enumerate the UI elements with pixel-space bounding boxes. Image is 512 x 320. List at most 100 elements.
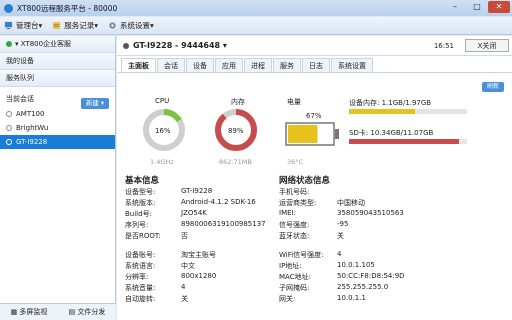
info-value: 4	[337, 250, 342, 258]
info-row: 是否ROOT: 否	[125, 231, 188, 241]
info-row: 序列号: 8980006319100985137	[125, 220, 266, 230]
minimize-button[interactable]: –	[444, 1, 466, 13]
title-bar: XT800远程服务平台 - 80000 – □ ✕	[0, 0, 512, 16]
info-row: Build号: JZO54K	[125, 209, 207, 219]
device-title: GT-I9228 - 9444648	[133, 41, 221, 50]
internal-storage-fill	[349, 109, 416, 114]
info-key: 序列号:	[125, 221, 149, 229]
menu-item-console[interactable]: 管理台 ▾	[4, 20, 42, 31]
monitor-icon	[4, 21, 13, 30]
main-panel: GT-I9228 - 9444648 ▾ 16:51 X关闭 主面板 会话 设备…	[117, 36, 512, 320]
file-distribution-button[interactable]: ▤ 文件分发	[58, 307, 116, 317]
session-label: GT-I9228	[16, 138, 48, 146]
session-item-gt-i9228[interactable]: GT-I9228	[0, 135, 115, 149]
info-key: 手机号码:	[279, 188, 310, 196]
button-label: 新建	[85, 99, 99, 107]
button-label: 文件分发	[77, 308, 106, 316]
info-value: 8980006319100985137	[181, 220, 266, 228]
info-row: 运营商类型: 中国移动	[279, 198, 365, 208]
sd-storage-label: SD卡: 10.34GB/11.07GB	[349, 129, 434, 137]
info-row: 系统语言: 中文	[125, 261, 195, 271]
multi-monitor-button[interactable]: ▦ 多屏监视	[0, 307, 58, 317]
session-item-amt100[interactable]: AMT100	[0, 107, 115, 121]
info-value: 关	[181, 295, 188, 303]
session-label: AMT100	[16, 110, 45, 118]
info-key: 网关:	[279, 295, 296, 303]
chevron-down-icon: ▾	[150, 21, 154, 30]
info-key: WiFi信号强度:	[279, 251, 324, 259]
menu-label: 管理台	[16, 21, 39, 30]
cpu-frequency: 1.4GHz	[150, 158, 174, 166]
close-window-button[interactable]: ✕	[488, 1, 510, 13]
chevron-down-icon: ▾	[94, 21, 99, 30]
battery-value: 67%	[306, 112, 322, 120]
info-row: 手机号码:	[279, 187, 337, 197]
tab-divider	[117, 72, 512, 73]
memory-label: 内存	[231, 98, 245, 106]
info-key: 是否ROOT:	[125, 232, 161, 240]
memory-value: 89%	[228, 127, 244, 135]
basic-info-title: 基本信息	[125, 176, 160, 186]
info-row: 设备型号: GT-I9228	[125, 187, 212, 197]
info-key: 子网掩码:	[279, 284, 310, 292]
sidebar-item-label: 我的设备	[6, 57, 34, 65]
radio-icon	[6, 125, 12, 131]
info-value: 否	[181, 232, 188, 240]
refresh-button[interactable]: 刷新	[482, 82, 504, 92]
tab-main-panel[interactable]: 主面板	[121, 58, 156, 72]
sidebar: ▾ XT800企业客服 我的设备 服务队列 当前会话 新建 ▾ AMT100 B…	[0, 36, 116, 320]
session-clock: 16:51	[433, 42, 454, 50]
sidebar-item-enterprise[interactable]: ▾ XT800企业客服	[0, 36, 115, 53]
info-row: MAC地址: 50:CC:F8:D8:54:9D	[279, 272, 405, 282]
info-key: 系统音量:	[125, 284, 156, 292]
device-header: GT-I9228 - 9444648 ▾ 16:51 X关闭	[117, 36, 512, 56]
session-label: BrightWu	[16, 124, 49, 132]
menu-item-settings[interactable]: 系统设置 ▾	[108, 20, 154, 31]
device-icon	[123, 42, 129, 49]
menu-item-records[interactable]: 服务记录 ▾	[52, 20, 98, 31]
info-key: 分辨率:	[125, 273, 149, 281]
sidebar-item-queue[interactable]: 服务队列	[0, 70, 115, 87]
radio-icon	[6, 139, 12, 145]
session-item-brightwu[interactable]: BrightWu	[0, 121, 115, 135]
battery-gauge	[285, 122, 339, 146]
info-key: 蓝牙状态:	[279, 232, 310, 240]
info-value: 50:CC:F8:D8:54:9D	[337, 272, 405, 280]
info-value: 关	[337, 232, 344, 240]
info-key: 信号强度:	[279, 221, 310, 229]
app-window: XT800远程服务平台 - 80000 – □ ✕ 管理台 ▾ 服务记录 ▾ 系统设…	[0, 0, 512, 320]
battery-fill	[288, 125, 318, 143]
chevron-down-icon: ▾	[38, 21, 43, 30]
chevron-down-icon[interactable]: ▾	[223, 41, 227, 50]
new-session-button[interactable]: 新建 ▾	[81, 98, 109, 109]
info-key: 系统语言:	[125, 262, 156, 270]
cpu-value: 16%	[155, 127, 171, 135]
sidebar-item-my-devices[interactable]: 我的设备	[0, 53, 115, 70]
info-value: -95	[337, 220, 349, 228]
info-value: 358059043510563	[337, 209, 404, 217]
info-key: IP地址:	[279, 262, 302, 270]
info-value: 淘宝主账号	[181, 251, 216, 259]
tab-service[interactable]: 服务	[273, 58, 301, 72]
info-row: 子网掩码: 255.255.255.0	[279, 283, 388, 293]
maximize-button[interactable]: □	[466, 1, 488, 13]
tab-apps[interactable]: 应用	[215, 58, 243, 72]
tab-device[interactable]: 设备	[186, 58, 214, 72]
tab-log[interactable]: 日志	[302, 58, 330, 72]
info-key: 系统版本:	[125, 199, 156, 207]
sidebar-item-label: 服务队列	[6, 74, 34, 82]
memory-used: 862.71MB	[219, 158, 252, 166]
tab-system-settings[interactable]: 系统设置	[331, 58, 373, 72]
tab-bar: 主面板 会话 设备 应用 进程 服务 日志 系统设置	[121, 58, 374, 72]
section-label: 当前会话	[6, 95, 34, 103]
info-key: 运营商类型:	[279, 199, 317, 207]
close-session-button[interactable]: X关闭	[465, 39, 509, 52]
info-row: 系统音量: 4	[125, 283, 185, 293]
info-key: 设备账号:	[125, 251, 156, 259]
info-key: 自动旋转:	[125, 295, 156, 303]
app-logo-icon	[4, 3, 13, 13]
internal-storage-bar	[349, 109, 467, 114]
tab-session[interactable]: 会话	[157, 58, 185, 72]
tab-process[interactable]: 进程	[244, 58, 272, 72]
info-row: WiFi信号强度: 4	[279, 250, 341, 260]
